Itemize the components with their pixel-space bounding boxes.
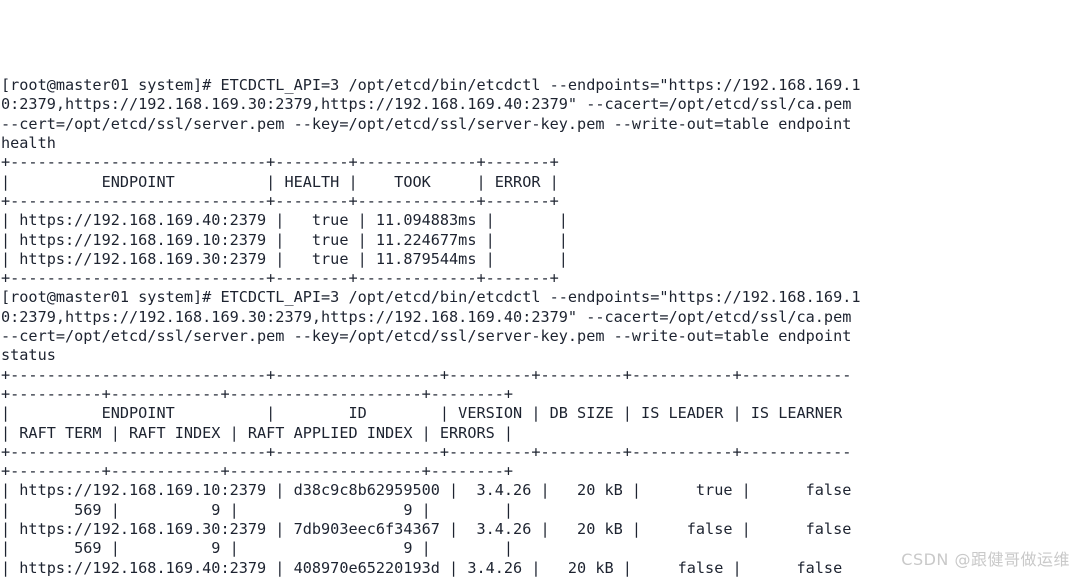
terminal-line: +----------------------------+----------… [1, 442, 852, 461]
terminal-line: | https://192.168.169.40:2379 | 408970e6… [1, 558, 843, 577]
terminal-line: +----------+------------+---------------… [1, 384, 514, 403]
terminal-line: | 569 | 9 | 9 | | [1, 500, 514, 519]
terminal-line: | https://192.168.169.40:2379 | true | 1… [1, 211, 568, 230]
terminal-line: 0:2379,https://192.168.169.30:2379,https… [1, 95, 852, 114]
terminal-line: [root@master01 system]# ETCDCTL_API=3 /o… [1, 76, 861, 95]
terminal-line: --cert=/opt/etcd/ssl/server.pem --key=/o… [1, 327, 852, 346]
terminal-line: | https://192.168.169.30:2379 | true | 1… [1, 249, 568, 268]
terminal-line: +----------+------------+---------------… [1, 462, 514, 481]
terminal-window[interactable]: [root@master01 system]# ETCDCTL_API=3 /o… [0, 0, 1084, 580]
terminal-line: +----------------------------+--------+-… [1, 269, 559, 288]
terminal-line: | 569 | 9 | 9 | | [1, 539, 514, 558]
terminal-line: | https://192.168.169.10:2379 | d38c9c8b… [1, 481, 852, 500]
terminal-line: 0:2379,https://192.168.169.30:2379,https… [1, 307, 852, 326]
terminal-line: | https://192.168.169.10:2379 | true | 1… [1, 230, 568, 249]
terminal-line: +----------------------------+--------+-… [1, 153, 559, 172]
terminal-line: | https://192.168.169.30:2379 | 7db903ee… [1, 520, 852, 539]
terminal-line: health [1, 134, 56, 153]
terminal-line: | ENDPOINT | ID | VERSION | DB SIZE | IS… [1, 404, 843, 423]
terminal-line: +----------------------------+----------… [1, 365, 852, 384]
terminal-line: +----------------------------+--------+-… [1, 191, 559, 210]
terminal-line: | RAFT TERM | RAFT INDEX | RAFT APPLIED … [1, 423, 514, 442]
terminal-line: [root@master01 system]# ETCDCTL_API=3 /o… [1, 288, 861, 307]
terminal-line: | ENDPOINT | HEALTH | TOOK | ERROR | [1, 172, 559, 191]
terminal-line: --cert=/opt/etcd/ssl/server.pem --key=/o… [1, 114, 852, 133]
terminal-line: status [1, 346, 56, 365]
terminal-screen: [root@master01 system]# ETCDCTL_API=3 /o… [1, 38, 1084, 580]
